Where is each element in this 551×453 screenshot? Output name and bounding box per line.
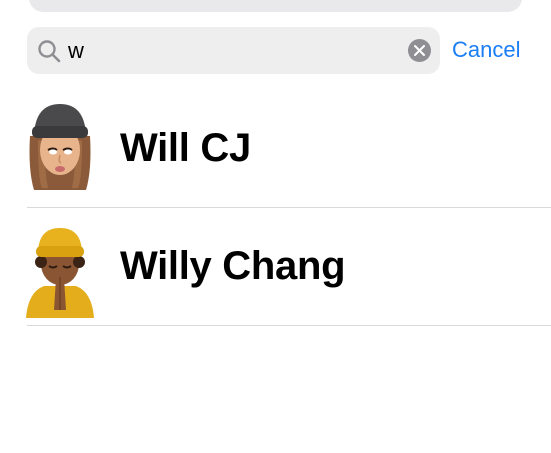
clear-search-icon[interactable]: [408, 39, 431, 62]
search-input[interactable]: [68, 34, 398, 67]
contact-name: Will CJ: [120, 126, 251, 170]
search-icon: [37, 39, 61, 63]
contact-results-list: Will CJ Willy Chang: [0, 90, 551, 326]
contact-row[interactable]: Will CJ: [0, 90, 551, 208]
avatar: [24, 222, 96, 318]
row-divider: [27, 325, 551, 326]
contact-search-screen: Cancel: [0, 0, 551, 453]
contact-row[interactable]: Willy Chang: [0, 208, 551, 326]
search-bar: Cancel: [27, 27, 551, 75]
search-field[interactable]: [27, 27, 440, 74]
avatar: [24, 100, 96, 196]
cancel-button[interactable]: Cancel: [452, 37, 520, 63]
contact-name: Willy Chang: [120, 244, 346, 288]
top-sheet-edge: [29, 0, 522, 12]
